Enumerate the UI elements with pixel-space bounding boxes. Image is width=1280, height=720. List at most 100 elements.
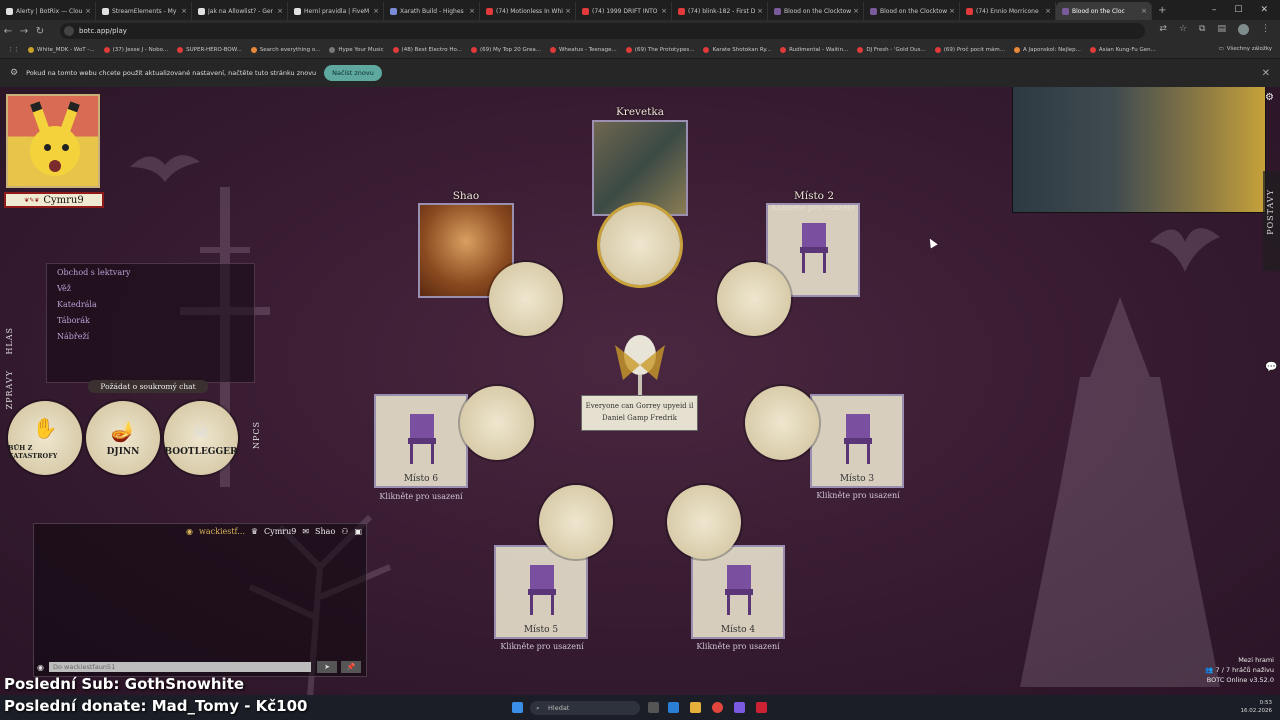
close-icon[interactable]: × xyxy=(853,7,859,15)
browser-tab[interactable]: (74) Motionless In Whi × xyxy=(480,2,576,20)
close-icon[interactable]: × xyxy=(469,7,475,15)
location-item[interactable]: Katedrála xyxy=(57,300,254,312)
chat-user-tab[interactable]: Shao xyxy=(315,527,335,536)
location-item[interactable]: Nábřeží xyxy=(57,332,254,344)
location-item[interactable]: Věž xyxy=(57,284,254,296)
browser-tab[interactable]: Blood on the Clocktow × xyxy=(864,2,960,20)
browser-tab[interactable]: (74) blink-182 - First D × xyxy=(672,2,768,20)
sidepanel-icon[interactable]: ▤ xyxy=(1217,24,1226,35)
pin-icon[interactable]: 📌 xyxy=(341,661,361,673)
tab-zpravy[interactable]: ZPRÁVY xyxy=(5,370,14,409)
url-bar[interactable]: botc.app/play xyxy=(60,23,1145,39)
bookmark-item[interactable]: Wheatus - Teenage... xyxy=(549,47,617,53)
site-info-icon[interactable] xyxy=(64,26,74,36)
back-icon[interactable]: ← xyxy=(0,26,16,37)
bookmark-item[interactable]: DJ Fresh - 'Gold Dus... xyxy=(857,47,926,53)
reminder-token[interactable] xyxy=(600,205,680,285)
reminder-token[interactable] xyxy=(667,485,741,559)
tab-npcs[interactable]: NPCS xyxy=(252,421,261,449)
minimize-icon[interactable]: – xyxy=(1212,5,1217,15)
options-icon[interactable]: ▣ xyxy=(354,527,362,536)
gear-icon[interactable]: ⚙ xyxy=(1265,92,1274,103)
player-nameplate[interactable]: ❦✎❦ Cymru9 xyxy=(4,192,104,208)
menu-icon[interactable]: ⋮ xyxy=(1261,24,1270,35)
browser-tab[interactable]: StreamElements - My × xyxy=(96,2,192,20)
bookmark-item[interactable]: Hype Your Music xyxy=(329,47,384,53)
bookmark-item[interactable]: Karate Shotokan Ry... xyxy=(703,47,771,53)
send-icon[interactable]: ➤ xyxy=(317,661,337,673)
role-token[interactable]: ☠ BOOTLEGGER xyxy=(164,401,238,475)
bookmark-item[interactable]: (48) Best Electro Ho... xyxy=(392,47,462,53)
browser-tab[interactable]: Blood on the Clocktow × xyxy=(768,2,864,20)
browser-tab[interactable]: Alerty | BotRix — Clou × xyxy=(0,2,96,20)
reminder-token[interactable] xyxy=(717,262,791,336)
role-token[interactable]: ✋ BŮH Z KATASTROFY xyxy=(8,401,82,475)
close-icon[interactable]: ✕ xyxy=(1262,68,1270,79)
window-close-icon[interactable]: ✕ xyxy=(1260,5,1268,15)
chrome-icon[interactable] xyxy=(712,702,723,713)
maximize-icon[interactable]: ☐ xyxy=(1234,5,1242,15)
location-item[interactable]: Obchod s lektvary xyxy=(57,268,254,280)
close-icon[interactable]: × xyxy=(1045,7,1051,15)
reminder-token[interactable] xyxy=(539,485,613,559)
bookmark-item[interactable]: Asian Kung-Fu Gen... xyxy=(1089,47,1156,53)
chat-input[interactable]: Do wackiestfaun51 xyxy=(49,662,311,672)
browser-tab[interactable]: Jak na Allowlist? - Ger × xyxy=(192,2,288,20)
task-view-icon[interactable] xyxy=(648,702,659,713)
taskbar-search[interactable]: ⌕ Hledat xyxy=(530,701,640,715)
bookmark-item[interactable]: SUPER-HERO-BOW... xyxy=(177,47,242,53)
reminder-token[interactable] xyxy=(745,386,819,460)
role-token[interactable]: 🪔 DJINN xyxy=(86,401,160,475)
bookmark-item[interactable]: White_MDK - WoT -... xyxy=(28,47,95,53)
copilot-icon[interactable] xyxy=(668,702,679,713)
close-icon[interactable]: × xyxy=(661,7,667,15)
chat-user-tab[interactable]: Cymru9 xyxy=(264,527,296,536)
close-icon[interactable]: × xyxy=(181,7,187,15)
all-bookmarks[interactable]: ▭ Všechny záložky xyxy=(1219,46,1273,52)
empty-seat[interactable]: Místo 4 xyxy=(691,545,785,639)
close-icon[interactable]: × xyxy=(757,7,763,15)
close-icon[interactable]: × xyxy=(949,7,955,15)
reminder-token[interactable] xyxy=(460,386,534,460)
bookmark-star-icon[interactable]: ☆ xyxy=(1179,24,1187,35)
new-tab-icon[interactable]: + xyxy=(1158,5,1166,16)
explorer-icon[interactable] xyxy=(690,702,701,713)
player-photo-krevetka[interactable] xyxy=(592,120,688,216)
browser-tab[interactable]: (74) Ennio Morricone × xyxy=(960,2,1056,20)
extensions-icon[interactable]: ⧉ xyxy=(1199,24,1205,35)
bookmark-item[interactable]: Search everything o... xyxy=(250,47,320,53)
browser-tab[interactable]: (74) 1999 DRIFT INTO × xyxy=(576,2,672,20)
reload-page-button[interactable]: Načíst znovu xyxy=(324,65,382,81)
empty-seat[interactable]: Místo 5 xyxy=(494,545,588,639)
close-icon[interactable]: × xyxy=(565,7,571,15)
bookmark-item[interactable]: Rudimental - Waitin... xyxy=(780,47,848,53)
close-icon[interactable]: × xyxy=(1141,7,1147,15)
close-icon[interactable]: × xyxy=(373,7,379,15)
bookmark-item[interactable]: (69) The Prototypes... xyxy=(625,47,694,53)
translate-icon[interactable]: ⇄ xyxy=(1159,24,1167,35)
close-icon[interactable]: × xyxy=(277,7,283,15)
browser-tab-active[interactable]: Blood on the Cloc × xyxy=(1056,2,1152,20)
browser-tab[interactable]: Herní pravidla | FiveM × xyxy=(288,2,384,20)
private-chat-button[interactable]: Požádat o soukromý chat xyxy=(88,380,208,393)
location-item[interactable]: Táborák xyxy=(57,316,254,328)
app-icon[interactable] xyxy=(756,702,767,713)
empty-seat[interactable]: Místo 6 xyxy=(374,394,468,488)
bookmark-item[interactable]: (37) Jesse J - Nobo... xyxy=(103,47,168,53)
chat-bubble-icon[interactable]: 💬 xyxy=(1265,362,1277,373)
profile-avatar[interactable] xyxy=(1238,24,1249,35)
start-icon[interactable] xyxy=(512,702,523,713)
browser-tab[interactable]: Xarath Build - Highes × xyxy=(384,2,480,20)
bookmark-item[interactable]: (69) My Top 20 Grea... xyxy=(470,47,541,53)
bookmark-item[interactable]: (69) Proč pocit mám... xyxy=(934,47,1005,53)
tab-postavy[interactable]: POSTAVY xyxy=(1263,171,1280,271)
empty-seat[interactable]: Místo 3 xyxy=(810,394,904,488)
player-avatar[interactable] xyxy=(6,94,100,188)
bookmark-item[interactable]: A Japonskol: Nejlep... xyxy=(1013,47,1081,53)
discord-icon[interactable] xyxy=(734,702,745,713)
reload-icon[interactable]: ↻ xyxy=(32,26,48,37)
reminder-token[interactable] xyxy=(489,262,563,336)
chat-user-tab[interactable]: wackiestf... xyxy=(199,527,245,536)
close-icon[interactable]: × xyxy=(85,7,91,15)
forward-icon[interactable]: → xyxy=(16,26,32,37)
